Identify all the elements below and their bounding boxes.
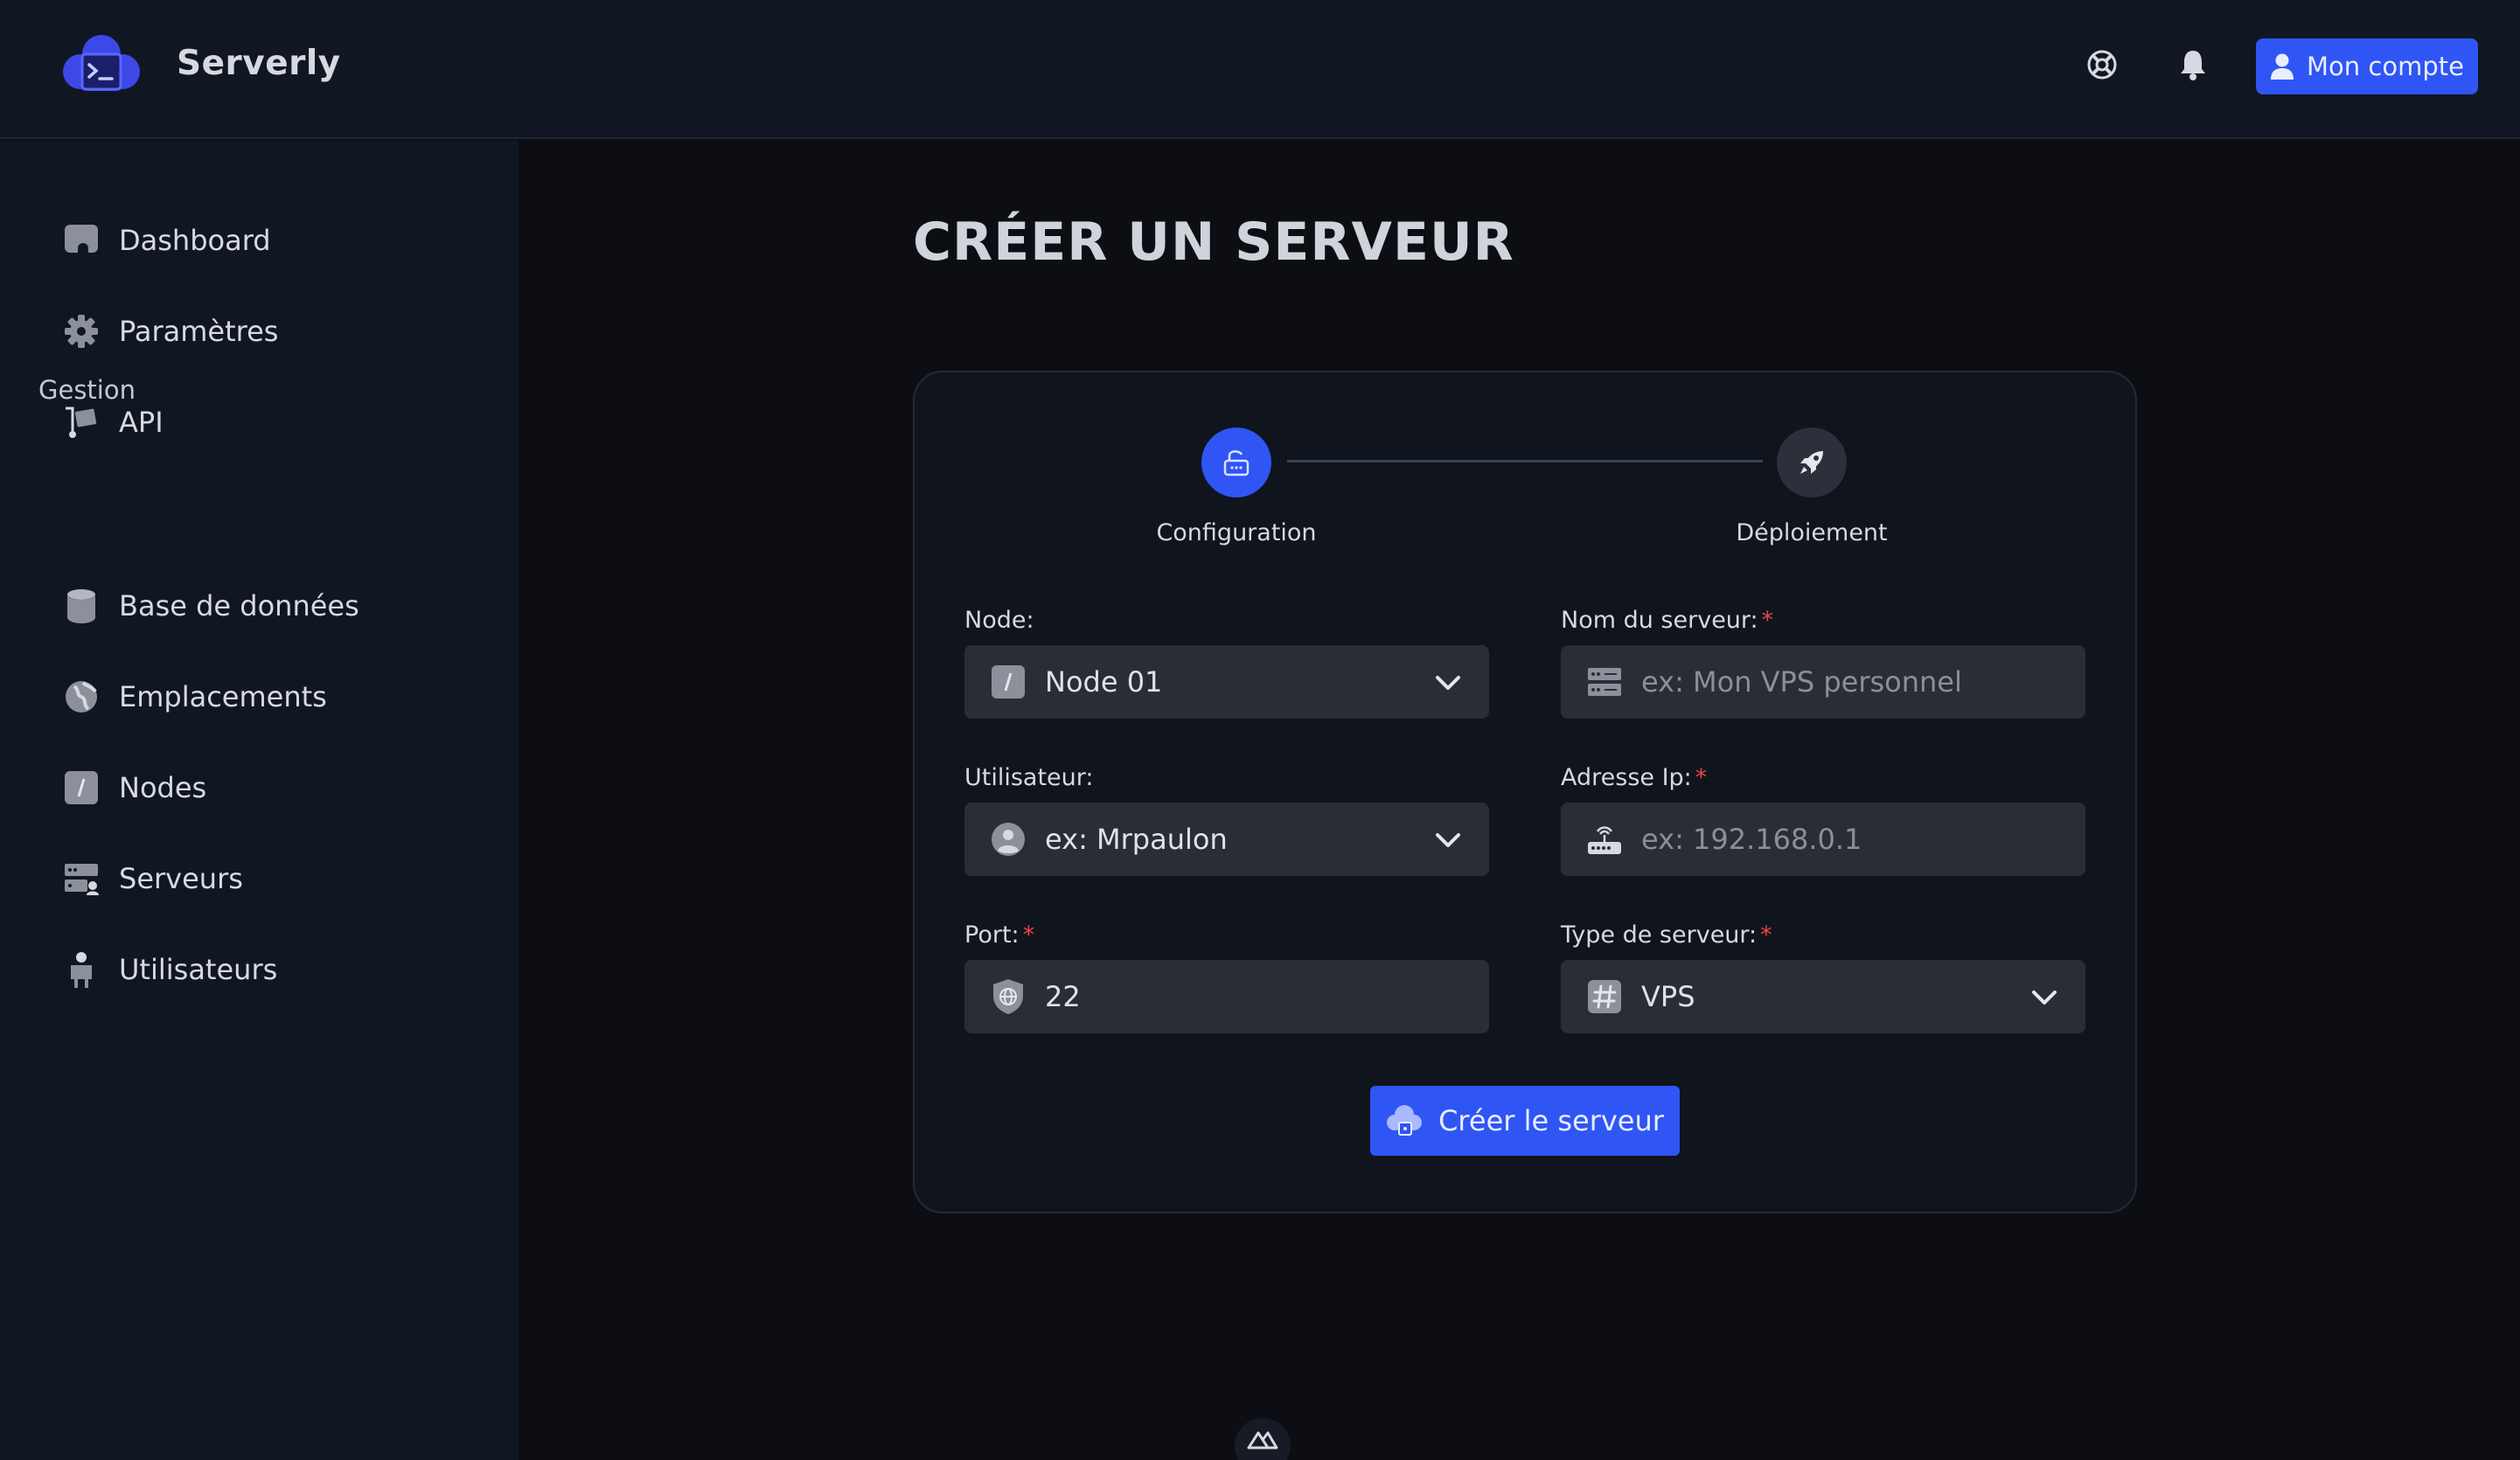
rocket-icon bbox=[1800, 451, 1823, 474]
node-icon bbox=[63, 769, 100, 806]
dashboard-icon bbox=[63, 222, 100, 259]
required-asterisk: * bbox=[1695, 764, 1708, 791]
server-type-value: VPS bbox=[1641, 980, 1695, 1013]
server-name-placeholder: ex: Mon VPS personnel bbox=[1641, 665, 1962, 699]
sidebar-item-label: Utilisateurs bbox=[119, 953, 278, 986]
server-name-input[interactable]: ex: Mon VPS personnel bbox=[1561, 645, 2085, 719]
step-label-configuration: Configuration bbox=[1156, 519, 1317, 546]
unlock-icon bbox=[1223, 450, 1250, 476]
api-icon bbox=[63, 404, 100, 441]
chevron-down-icon bbox=[2032, 991, 2057, 1005]
node-select-value: Node 01 bbox=[1045, 665, 1163, 699]
user-circle-icon bbox=[991, 822, 1026, 857]
page-title: CRÉER UN SERVEUR bbox=[913, 212, 1514, 273]
sidebar-item-base-de-donnees[interactable]: Base de données bbox=[63, 580, 359, 632]
account-button[interactable]: Mon compte bbox=[2256, 38, 2478, 94]
serverly-logo-icon[interactable] bbox=[59, 31, 143, 98]
user-label: Utilisateur: bbox=[964, 764, 1094, 791]
server-name-label: Nom du serveur: * bbox=[1561, 607, 1774, 634]
account-button-label: Mon compte bbox=[2307, 52, 2464, 81]
node-label: Node: bbox=[964, 607, 1034, 634]
section-label-gestion: Gestion bbox=[38, 375, 136, 405]
required-asterisk: * bbox=[1761, 607, 1774, 634]
ip-label: Adresse Ip: * bbox=[1561, 764, 1708, 791]
create-server-button-label: Créer le serveur bbox=[1438, 1104, 1664, 1137]
step-configuration-indicator[interactable] bbox=[1201, 428, 1271, 497]
database-icon bbox=[63, 587, 100, 624]
nuxt-logo-icon bbox=[1235, 1418, 1291, 1460]
sidebar-item-nodes[interactable]: Nodes bbox=[63, 761, 206, 814]
step-deploiement-indicator[interactable] bbox=[1777, 428, 1847, 497]
servers-icon bbox=[63, 860, 100, 897]
support-icon[interactable] bbox=[2083, 45, 2121, 84]
step-label-deploiement: Déploiement bbox=[1736, 519, 1888, 546]
router-icon bbox=[1587, 822, 1622, 857]
brand-name: Serverly bbox=[177, 44, 341, 83]
node-select[interactable]: Node 01 bbox=[964, 645, 1489, 719]
gear-icon bbox=[63, 313, 100, 350]
hashtag-icon bbox=[1587, 979, 1622, 1014]
globe-icon bbox=[63, 678, 100, 715]
server-icon bbox=[1587, 664, 1622, 699]
top-header: Serverly Mon compte bbox=[0, 0, 2520, 139]
required-asterisk: * bbox=[1760, 921, 1772, 949]
node-icon bbox=[991, 664, 1026, 699]
stepper-line bbox=[1287, 460, 1763, 462]
users-icon bbox=[63, 951, 100, 988]
port-input[interactable]: 22 bbox=[964, 960, 1489, 1033]
sidebar-item-dashboard[interactable]: Dashboard bbox=[63, 214, 271, 267]
port-value: 22 bbox=[1045, 980, 1081, 1013]
chevron-down-icon bbox=[1436, 676, 1460, 690]
sidebar-item-label: Emplacements bbox=[119, 680, 327, 713]
sidebar-item-label: Dashboard bbox=[119, 224, 271, 257]
sidebar-item-label: Paramètres bbox=[119, 315, 279, 348]
server-type-select[interactable]: VPS bbox=[1561, 960, 2085, 1033]
server-type-label: Type de serveur: * bbox=[1561, 921, 1772, 949]
sidebar-item-label: Base de données bbox=[119, 589, 359, 622]
cloud-lock-icon bbox=[1387, 1105, 1423, 1136]
sidebar-item-parametres[interactable]: Paramètres bbox=[63, 305, 278, 358]
port-label: Port: * bbox=[964, 921, 1035, 949]
ip-input[interactable]: ex: 192.168.0.1 bbox=[1561, 803, 2085, 876]
sidebar-item-label: Serveurs bbox=[119, 862, 243, 895]
create-server-button[interactable]: Créer le serveur bbox=[1370, 1086, 1680, 1156]
user-select-value: ex: Mrpaulon bbox=[1045, 823, 1228, 856]
user-select[interactable]: ex: Mrpaulon bbox=[964, 803, 1489, 876]
sidebar-item-emplacements[interactable]: Emplacements bbox=[63, 671, 327, 723]
sidebar-item-serveurs[interactable]: Serveurs bbox=[63, 852, 243, 905]
bell-icon[interactable] bbox=[2174, 45, 2212, 84]
sidebar-item-label: Nodes bbox=[119, 771, 207, 804]
required-asterisk: * bbox=[1022, 921, 1035, 949]
sidebar-item-label: API bbox=[119, 406, 164, 439]
ip-placeholder: ex: 192.168.0.1 bbox=[1641, 823, 1862, 856]
chevron-down-icon bbox=[1436, 833, 1460, 847]
shield-globe-icon bbox=[991, 979, 1026, 1014]
user-icon bbox=[2271, 53, 2294, 80]
sidebar-item-utilisateurs[interactable]: Utilisateurs bbox=[63, 943, 277, 996]
